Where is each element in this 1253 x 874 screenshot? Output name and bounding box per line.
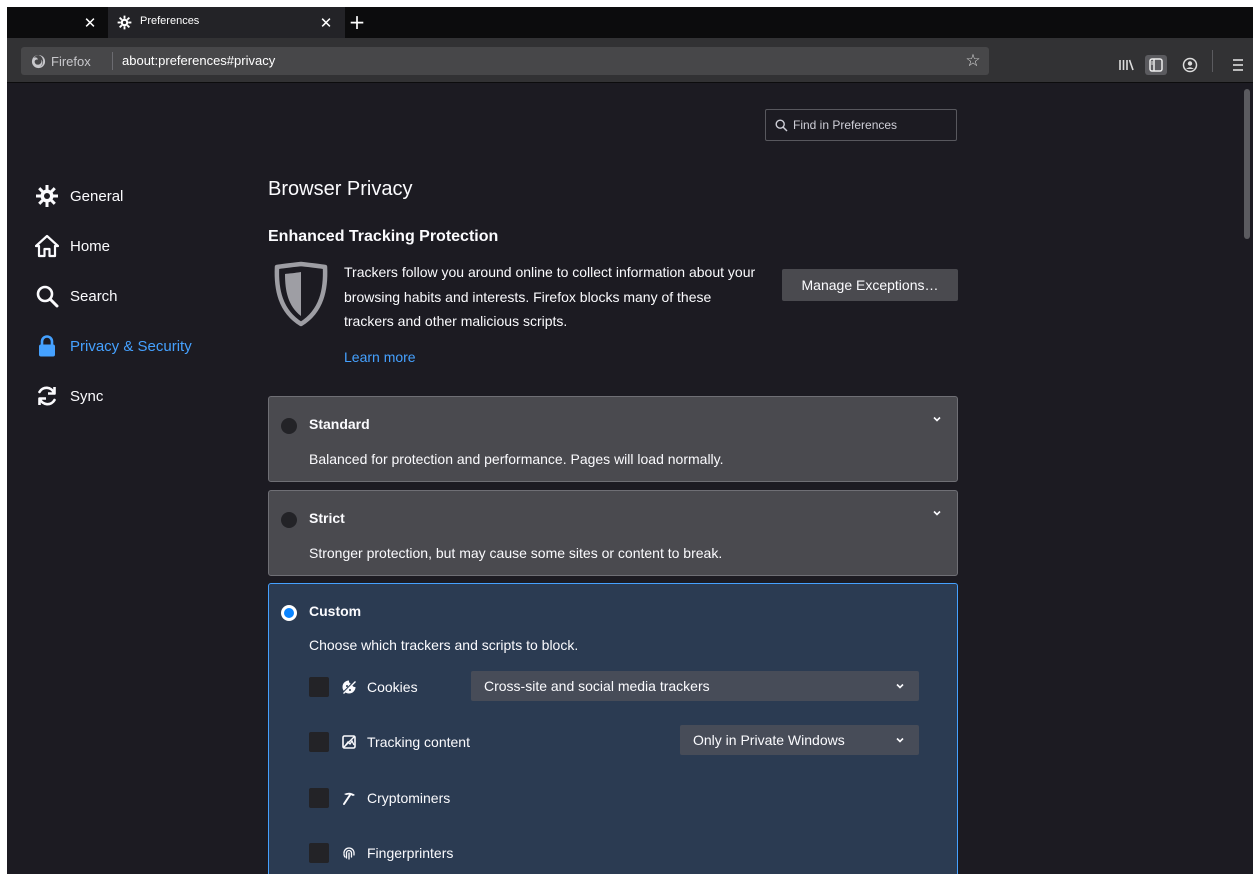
- tracker-label: Cookies: [367, 679, 418, 695]
- toolbar-separator: [1212, 50, 1213, 72]
- sidebar-item-label: General: [70, 187, 124, 205]
- tracker-label: Tracking content: [367, 734, 470, 750]
- tracking-content-icon: [342, 735, 356, 749]
- sidebar-item-privacy-security[interactable]: Privacy & Security: [35, 321, 255, 371]
- scrollbar[interactable]: [1241, 83, 1253, 874]
- option-description: Stronger protection, but may cause some …: [309, 545, 723, 561]
- close-tab-button[interactable]: ✕: [315, 12, 337, 34]
- firefox-icon: [31, 54, 46, 68]
- fingerprint-icon: [343, 847, 355, 860]
- chevron-down-icon: [896, 737, 904, 743]
- navigation-toolbar: Firefox about:preferences#privacy ☆: [7, 38, 1253, 83]
- sidebar-item-search[interactable]: Search: [35, 271, 255, 321]
- sidebar-item-label: Sync: [70, 387, 104, 405]
- scrollbar-thumb[interactable]: [1244, 89, 1250, 239]
- sidebar-item-label: Search: [70, 287, 118, 305]
- standard-option-card[interactable]: Standard Balanced for protection and per…: [268, 396, 958, 482]
- sidebar-item-home[interactable]: Home: [35, 221, 255, 271]
- close-tab-button[interactable]: ✕: [79, 12, 101, 34]
- tracking-content-select[interactable]: Only in Private Windows: [680, 725, 919, 755]
- browser-window: ✕ Preferences ✕ + Firefox about:preferen…: [7, 7, 1253, 874]
- tracking-content-checkbox[interactable]: [309, 732, 329, 752]
- option-description: Choose which trackers and scripts to blo…: [309, 637, 579, 653]
- hamburger-menu-icon[interactable]: [1227, 55, 1249, 75]
- search-icon: [775, 119, 788, 132]
- cryptominers-checkbox[interactable]: [309, 788, 329, 808]
- tracking-content-row: Tracking content Only in Private Windows: [309, 725, 929, 756]
- lock-icon: [39, 335, 55, 357]
- account-icon[interactable]: [1179, 55, 1201, 75]
- cookies-select[interactable]: Cross-site and social media trackers: [471, 671, 919, 701]
- cryptominers-row: Cryptominers: [309, 784, 929, 812]
- sidebar-toggle-icon[interactable]: [1145, 55, 1167, 75]
- sidebar-item-sync[interactable]: Sync: [35, 371, 255, 421]
- strict-radio[interactable]: [281, 512, 297, 528]
- identity-box[interactable]: Firefox: [31, 53, 91, 69]
- tracker-label: Cryptominers: [367, 790, 451, 806]
- learn-more-link[interactable]: Learn more: [344, 349, 416, 365]
- library-icon[interactable]: [1115, 55, 1137, 75]
- cookie-icon: [342, 680, 356, 694]
- new-tab-button[interactable]: +: [345, 11, 369, 35]
- gear-icon: [117, 15, 132, 30]
- cryptominer-icon: [343, 792, 355, 805]
- option-description: Balanced for protection and performance.…: [309, 451, 724, 467]
- url-bar[interactable]: Firefox about:preferences#privacy ☆: [21, 47, 989, 75]
- shield-icon: [274, 261, 328, 327]
- custom-radio[interactable]: [281, 605, 297, 621]
- page-title: Browser Privacy: [268, 178, 413, 200]
- sidebar-item-label: Home: [70, 237, 111, 255]
- chevron-down-icon[interactable]: [929, 505, 945, 521]
- chevron-down-icon[interactable]: [929, 411, 945, 427]
- option-title: Strict: [309, 510, 345, 526]
- sync-icon: [38, 386, 56, 406]
- bookmark-star-icon[interactable]: ☆: [963, 51, 983, 71]
- section-title: Enhanced Tracking Protection: [268, 228, 499, 245]
- tab-preferences[interactable]: Preferences ✕: [108, 7, 345, 38]
- standard-radio[interactable]: [281, 418, 297, 434]
- manage-exceptions-button[interactable]: Manage Exceptions…: [782, 269, 958, 301]
- strict-option-card[interactable]: Strict Stronger protection, but may caus…: [268, 490, 958, 576]
- tab-strip: ✕ Preferences ✕ +: [7, 7, 1253, 38]
- gear-icon: [36, 185, 58, 207]
- url-text[interactable]: about:preferences#privacy: [122, 53, 275, 68]
- search-input[interactable]: [793, 110, 953, 140]
- tab-label: Preferences: [140, 15, 200, 27]
- url-separator: [112, 52, 113, 70]
- tracker-label: Fingerprinters: [367, 845, 454, 861]
- custom-option-card[interactable]: Custom Choose which trackers and scripts…: [268, 583, 958, 874]
- select-value: Only in Private Windows: [693, 732, 845, 748]
- home-icon: [35, 234, 59, 258]
- categories-sidebar: General Home Search Privacy & Security S…: [35, 171, 255, 421]
- option-title: Standard: [309, 416, 370, 432]
- chevron-down-icon: [896, 683, 904, 689]
- fingerprinters-checkbox[interactable]: [309, 843, 329, 863]
- cookies-checkbox[interactable]: [309, 677, 329, 697]
- sidebar-item-general[interactable]: General: [35, 171, 255, 221]
- etp-description: Trackers follow you around online to col…: [344, 264, 756, 329]
- fingerprinters-row: Fingerprinters: [309, 839, 929, 867]
- preferences-content: General Home Search Priva: [7, 83, 1253, 874]
- find-in-preferences[interactable]: [765, 109, 957, 141]
- option-title: Custom: [309, 603, 362, 619]
- sidebar-item-label: Privacy & Security: [70, 337, 192, 355]
- cookies-row: Cookies Cross-site and social media trac…: [309, 671, 929, 701]
- select-value: Cross-site and social media trackers: [484, 678, 710, 694]
- search-icon: [36, 285, 59, 308]
- identity-label: Firefox: [51, 53, 91, 69]
